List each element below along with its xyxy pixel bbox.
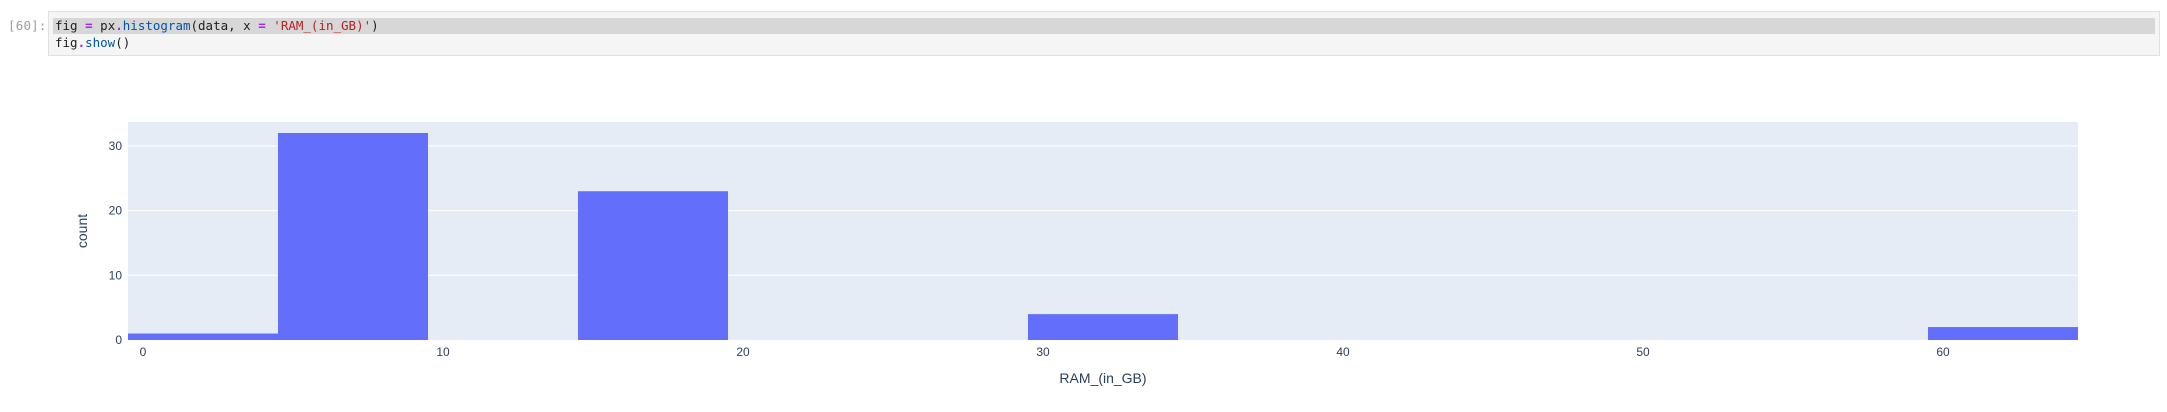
code-editor[interactable]: fig = px.histogram(data, x = 'RAM_(in_GB… [48, 11, 2160, 56]
x-tick-label: 10 [436, 345, 450, 359]
code-token-show: show [85, 35, 116, 50]
histogram-bar[interactable] [1028, 314, 1178, 340]
x-tick-label: 20 [736, 345, 750, 359]
x-axis-title: RAM_(in_GB) [1059, 370, 1146, 386]
y-tick-label: 30 [109, 139, 123, 153]
code-token-px: px [100, 18, 116, 33]
cell-output: 0 10 20 30 40 50 60 0 10 20 30 RAM_(in_GB) count [48, 66, 2160, 408]
code-token-string: 'RAM_(in_GB)' [273, 18, 372, 33]
y-axis-ticks: 0 10 20 30 [109, 139, 123, 347]
code-line-1[interactable]: fig = px.histogram(data, x = 'RAM_(in_GB… [55, 17, 379, 34]
x-axis-ticks: 0 10 20 30 40 50 60 [140, 345, 1950, 359]
y-axis-title: count [74, 214, 90, 248]
histogram-bar[interactable] [578, 191, 728, 340]
histogram-bar[interactable] [1928, 327, 2078, 340]
code-token-assign: = [85, 18, 93, 33]
code-token-close: ) [371, 18, 379, 33]
code-token-parens: () [115, 35, 131, 50]
x-tick-label: 50 [1636, 345, 1650, 359]
x-tick-label: 0 [140, 345, 147, 359]
histogram-bar[interactable] [128, 333, 278, 340]
code-token-dot: . [115, 18, 123, 33]
code-token-fig: fig [55, 18, 78, 33]
x-tick-label: 40 [1336, 345, 1350, 359]
code-line-2[interactable]: fig.show() [55, 34, 130, 51]
code-token-args: (data, x [190, 18, 259, 33]
y-tick-label: 20 [109, 204, 123, 218]
code-token-histogram: histogram [122, 18, 191, 33]
x-tick-label: 30 [1036, 345, 1050, 359]
x-tick-label: 60 [1936, 345, 1950, 359]
code-token-fig-2: fig [55, 35, 78, 50]
histogram-bar[interactable] [278, 132, 428, 340]
code-token-assign-2: = [258, 18, 266, 33]
notebook-cell: [60]: fig = px.histogram(data, x = 'RAM_… [0, 0, 2167, 408]
histogram-chart[interactable]: 0 10 20 30 40 50 60 0 10 20 30 RAM_(in_GB) count [48, 66, 2160, 408]
cell-prompt: [60]: [8, 18, 47, 33]
code-token-dot-2: . [77, 35, 86, 50]
y-tick-label: 10 [109, 268, 123, 282]
y-tick-label: 0 [115, 333, 122, 347]
